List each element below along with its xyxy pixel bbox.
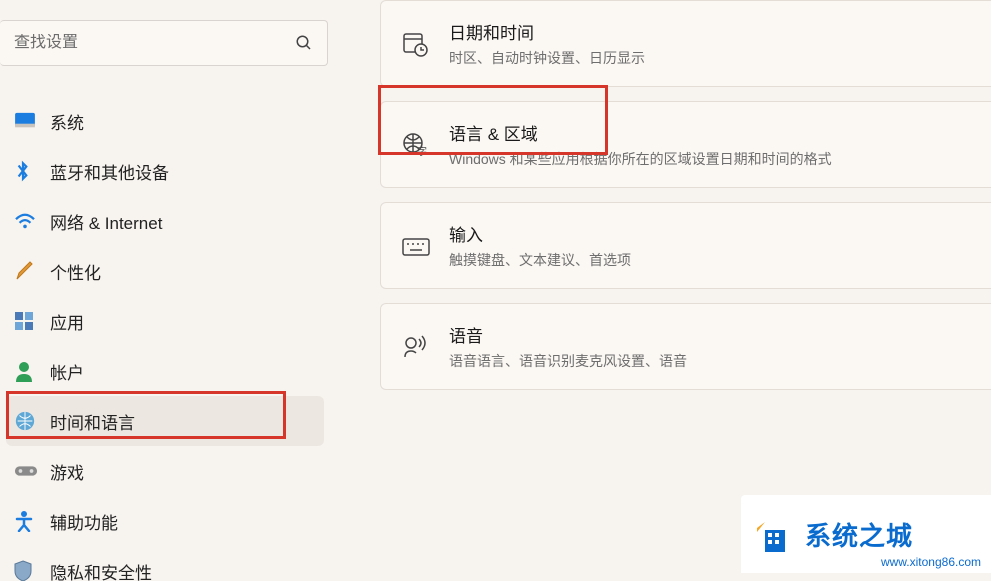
sidebar-item-label: 游戏 bbox=[50, 459, 84, 484]
sidebar-item-accounts[interactable]: 帐户 bbox=[6, 346, 324, 396]
speech-icon bbox=[401, 333, 449, 361]
card-text: 语言 & 区域 Windows 和某些应用根据你所在的区域设置日期和时间的格式 bbox=[449, 120, 971, 169]
sidebar-item-label: 隐私和安全性 bbox=[50, 559, 152, 581]
system-icon bbox=[14, 112, 50, 130]
settings-main: 日期和时间 时区、自动时钟设置、日历显示 字 语言 & 区域 Windows 和… bbox=[380, 0, 991, 404]
sidebar-item-gaming[interactable]: 游戏 bbox=[6, 446, 324, 496]
sidebar-item-personalization[interactable]: 个性化 bbox=[6, 246, 324, 296]
watermark-url: www.xitong86.com bbox=[881, 555, 981, 569]
sidebar-item-label: 蓝牙和其他设备 bbox=[50, 159, 169, 184]
apps-icon bbox=[14, 311, 50, 331]
sidebar-item-bluetooth[interactable]: 蓝牙和其他设备 bbox=[6, 146, 324, 196]
card-typing[interactable]: 输入 触摸键盘、文本建议、首选项 bbox=[380, 202, 991, 289]
card-subtitle: 时区、自动时钟设置、日历显示 bbox=[449, 48, 971, 68]
card-title: 语言 & 区域 bbox=[449, 120, 971, 145]
search-icon bbox=[295, 34, 313, 52]
sidebar-item-label: 辅助功能 bbox=[50, 509, 118, 534]
bluetooth-icon bbox=[14, 160, 50, 182]
card-subtitle: 触摸键盘、文本建议、首选项 bbox=[449, 250, 971, 270]
sidebar-item-network[interactable]: 网络 & Internet bbox=[6, 196, 324, 246]
watermark-logo-icon bbox=[751, 512, 795, 556]
sidebar-item-label: 个性化 bbox=[50, 259, 101, 284]
keyboard-icon bbox=[401, 235, 449, 257]
sidebar-item-apps[interactable]: 应用 bbox=[6, 296, 324, 346]
svg-text:字: 字 bbox=[417, 145, 427, 158]
card-language-region[interactable]: 字 语言 & 区域 Windows 和某些应用根据你所在的区域设置日期和时间的格… bbox=[380, 101, 991, 188]
sidebar-item-privacy[interactable]: 隐私和安全性 bbox=[6, 546, 324, 581]
clock-globe-icon bbox=[14, 410, 50, 432]
accessibility-icon bbox=[14, 510, 50, 532]
calendar-clock-icon bbox=[401, 30, 449, 58]
sidebar-item-label: 系统 bbox=[50, 109, 84, 134]
card-title: 语音 bbox=[449, 322, 971, 347]
watermark-brand: 系统之城 bbox=[805, 516, 913, 553]
search-box[interactable] bbox=[0, 20, 328, 66]
wifi-icon bbox=[14, 212, 50, 230]
sidebar-item-label: 时间和语言 bbox=[50, 409, 135, 434]
user-icon bbox=[14, 360, 50, 382]
card-title: 日期和时间 bbox=[449, 19, 971, 44]
card-text: 日期和时间 时区、自动时钟设置、日历显示 bbox=[449, 19, 971, 68]
card-text: 输入 触摸键盘、文本建议、首选项 bbox=[449, 221, 971, 270]
sidebar-item-time-language[interactable]: 时间和语言 bbox=[6, 396, 324, 446]
card-speech[interactable]: 语音 语音语言、语音识别麦克风设置、语音 bbox=[380, 303, 991, 390]
card-date-time[interactable]: 日期和时间 时区、自动时钟设置、日历显示 bbox=[380, 0, 991, 87]
watermark: 系统之城 www.xitong86.com bbox=[741, 495, 991, 573]
sidebar-item-accessibility[interactable]: 辅助功能 bbox=[6, 496, 324, 546]
shield-icon bbox=[14, 560, 50, 581]
card-text: 语音 语音语言、语音识别麦克风设置、语音 bbox=[449, 322, 971, 371]
card-title: 输入 bbox=[449, 221, 971, 246]
settings-sidebar: 系统 蓝牙和其他设备 网络 & Internet 个性化 应用 bbox=[0, 0, 330, 581]
gamepad-icon bbox=[14, 463, 50, 479]
sidebar-item-label: 网络 & Internet bbox=[50, 209, 162, 234]
sidebar-item-label: 帐户 bbox=[50, 359, 84, 384]
brush-icon bbox=[14, 260, 50, 282]
search-input[interactable] bbox=[14, 34, 254, 52]
watermark-brand-text: 系统之城 bbox=[805, 516, 913, 553]
globe-language-icon: 字 bbox=[401, 131, 449, 159]
sidebar-item-label: 应用 bbox=[50, 309, 84, 334]
sidebar-item-system[interactable]: 系统 bbox=[6, 96, 324, 146]
card-subtitle: 语音语言、语音识别麦克风设置、语音 bbox=[449, 351, 971, 371]
card-subtitle: Windows 和某些应用根据你所在的区域设置日期和时间的格式 bbox=[449, 149, 971, 169]
sidebar-nav: 系统 蓝牙和其他设备 网络 & Internet 个性化 应用 bbox=[0, 96, 330, 581]
